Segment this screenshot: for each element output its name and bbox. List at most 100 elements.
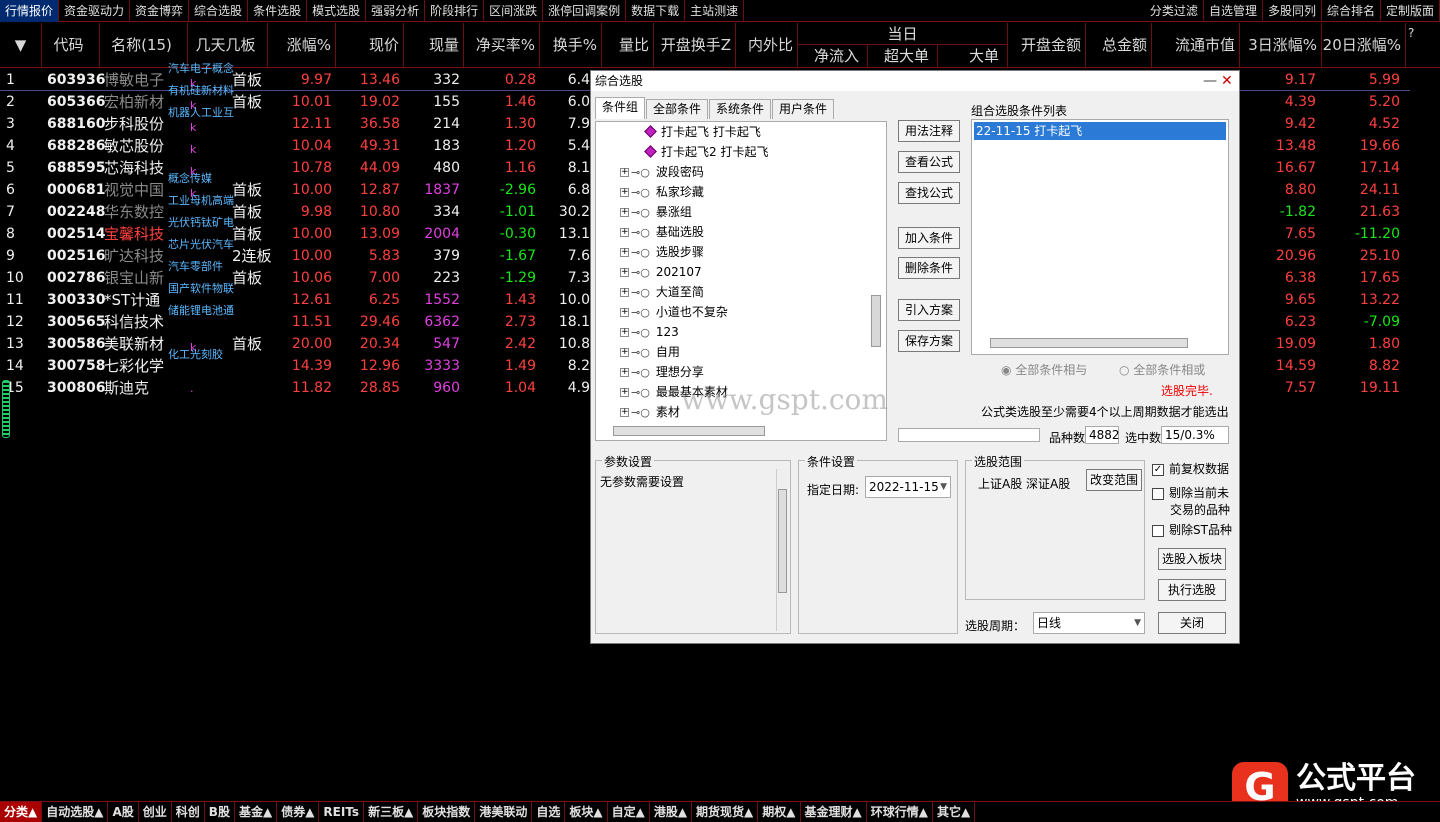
chevron-down-icon[interactable]: ▼: [940, 477, 947, 497]
tree-group-node[interactable]: + ⊸○ 暴涨组: [620, 202, 692, 222]
stock-code[interactable]: 002516: [42, 245, 105, 267]
bottom-tab[interactable]: 分类▲: [0, 802, 43, 822]
bottom-tab[interactable]: B股: [205, 802, 235, 822]
param-scroll-thumb[interactable]: [778, 489, 787, 593]
stock-name[interactable]: 旷达科技: [104, 245, 174, 267]
combo-list-item[interactable]: 22-11-15 打卡起飞: [974, 122, 1226, 140]
tree-group-node[interactable]: + ⊸○ 大道至简: [620, 282, 704, 302]
add-condition-button[interactable]: 加入条件: [898, 227, 960, 249]
tab-condition-group[interactable]: 条件组: [595, 97, 646, 119]
top-menu-item[interactable]: 自选管理: [1204, 0, 1263, 22]
expand-icon[interactable]: +: [620, 388, 629, 397]
header-big[interactable]: 大单: [938, 45, 1007, 67]
tree-leaf-condition[interactable]: 打卡起飞2 打卡起飞: [644, 142, 768, 162]
tab-user-conditions[interactable]: 用户条件: [772, 99, 835, 119]
header-vol[interactable]: 现量: [404, 23, 464, 68]
top-menu-item[interactable]: 资金驱动力: [59, 0, 131, 22]
top-menu-item[interactable]: 综合选股: [189, 0, 249, 22]
stock-code[interactable]: 300565: [42, 311, 105, 333]
header-ratio[interactable]: 量比: [602, 23, 654, 68]
bottom-tab[interactable]: 创业: [139, 802, 172, 822]
combo-list-hscroll[interactable]: [990, 338, 1188, 348]
combo-condition-list[interactable]: 22-11-15 打卡起飞: [971, 119, 1229, 355]
checkbox-checked[interactable]: ✓: [1152, 463, 1164, 476]
header-20day[interactable]: 20日涨幅%: [1322, 23, 1406, 68]
chk-untraded[interactable]: 剔除当前未: [1152, 484, 1229, 501]
stock-code[interactable]: 605366: [42, 91, 105, 113]
bottom-tab[interactable]: 自定▲: [608, 802, 650, 822]
period-select[interactable]: 日线 ▼: [1033, 612, 1145, 634]
stock-code[interactable]: 300758: [42, 355, 105, 377]
header-price[interactable]: 现价: [336, 23, 404, 68]
tree-hscroll[interactable]: [613, 426, 765, 436]
param-scrollbar[interactable]: [776, 469, 788, 631]
header-pct[interactable]: 涨幅%: [268, 23, 336, 68]
execute-button[interactable]: 执行选股: [1158, 579, 1226, 601]
tree-group-node[interactable]: + ⊸○ 理想分享: [620, 362, 704, 382]
minimize-icon[interactable]: —: [1203, 71, 1217, 91]
chk-st[interactable]: 剔除ST品种: [1152, 521, 1232, 538]
header-netbuy[interactable]: 净买率%: [464, 23, 540, 68]
expand-icon[interactable]: +: [620, 348, 629, 357]
top-menu-item[interactable]: 主站测速: [685, 0, 745, 22]
close-button[interactable]: 关闭: [1158, 612, 1226, 634]
expand-icon[interactable]: +: [620, 408, 629, 417]
header-mcap[interactable]: 流通市值: [1152, 23, 1240, 68]
tree-group-node[interactable]: + ⊸○ 选股步骤: [620, 242, 704, 262]
expand-icon[interactable]: +: [620, 188, 629, 197]
stock-name[interactable]: 芯海科技: [104, 157, 174, 179]
top-menu-item[interactable]: 涨停回调案例: [543, 0, 627, 22]
date-field[interactable]: 2022-11-15 ▼: [865, 476, 951, 498]
expand-icon[interactable]: +: [620, 368, 629, 377]
expand-icon[interactable]: +: [620, 208, 629, 217]
expand-icon[interactable]: +: [620, 288, 629, 297]
tree-leaf-condition[interactable]: 打卡起飞 打卡起飞: [644, 122, 761, 142]
stock-code[interactable]: 300806: [42, 377, 105, 399]
checkbox[interactable]: [1152, 524, 1164, 537]
bottom-tab[interactable]: 板块指数: [418, 802, 476, 822]
bottom-tab[interactable]: 自选: [532, 802, 566, 822]
import-plan-button[interactable]: 引入方案: [898, 299, 960, 321]
header-code[interactable]: 代码: [42, 23, 100, 68]
bottom-tab[interactable]: A股: [108, 802, 139, 822]
tree-group-node[interactable]: + ⊸○ 202107: [620, 262, 702, 282]
top-menu-item[interactable]: 定制版面: [1381, 0, 1440, 22]
expand-icon[interactable]: +: [620, 308, 629, 317]
stock-code[interactable]: 300586: [42, 333, 105, 355]
top-menu-item[interactable]: 模式选股: [307, 0, 367, 22]
bottom-tab[interactable]: 基金▲: [235, 802, 278, 822]
stock-code[interactable]: 688595: [42, 157, 105, 179]
stock-code[interactable]: 300330: [42, 289, 105, 311]
tab-all-conditions[interactable]: 全部条件: [646, 99, 709, 119]
stock-code[interactable]: 000681: [42, 179, 105, 201]
header-total-amount[interactable]: 总金额: [1086, 23, 1152, 68]
expand-icon[interactable]: +: [620, 268, 629, 277]
tree-group-node[interactable]: + ⊸○ 123: [620, 322, 679, 342]
radio-or[interactable]: ○ 全部条件相或: [1119, 361, 1205, 378]
top-menu-item[interactable]: 强弱分析: [366, 0, 426, 22]
usage-button[interactable]: 用法注释: [898, 120, 960, 142]
stock-code[interactable]: 002514: [42, 223, 105, 245]
find-formula-button[interactable]: 查找公式: [898, 182, 960, 204]
header-3day[interactable]: 3日涨幅%: [1240, 23, 1322, 68]
expand-icon[interactable]: +: [620, 248, 629, 257]
stock-name[interactable]: 美联新材: [104, 333, 174, 355]
stock-name[interactable]: 步科股份: [104, 113, 174, 135]
top-menu-item[interactable]: 条件选股: [248, 0, 308, 22]
stock-name[interactable]: 科信技术: [104, 311, 174, 333]
to-block-button[interactable]: 选股入板块: [1158, 548, 1226, 570]
left-scroll-indicator[interactable]: [2, 380, 10, 438]
stock-name[interactable]: 宏柏新材: [104, 91, 174, 113]
stock-name[interactable]: 敏芯股份: [104, 135, 174, 157]
tree-group-node[interactable]: + ⊸○ 私家珍藏: [620, 182, 704, 202]
top-menu-item[interactable]: 区间涨跌: [484, 0, 544, 22]
stock-name[interactable]: 斯迪克: [104, 377, 174, 399]
bottom-tab[interactable]: 板块▲: [565, 802, 608, 822]
top-menu-item[interactable]: 行情报价: [0, 0, 60, 22]
delete-condition-button[interactable]: 删除条件: [898, 257, 960, 279]
stock-name[interactable]: 银宝山新: [104, 267, 174, 289]
bottom-tab[interactable]: 新三板▲: [364, 802, 419, 822]
expand-icon[interactable]: +: [620, 168, 629, 177]
tree-group-node[interactable]: + ⊸○ 波段密码: [620, 162, 704, 182]
header-inflow[interactable]: 净流入: [798, 45, 868, 67]
